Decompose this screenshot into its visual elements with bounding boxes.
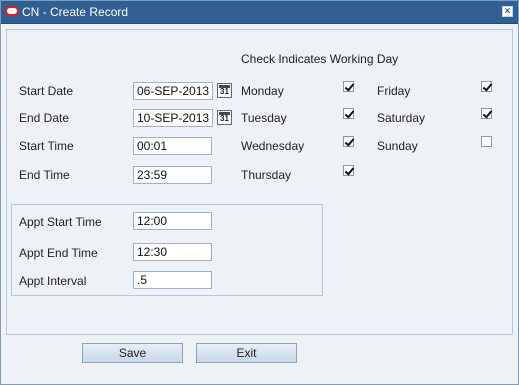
- tuesday-checkbox[interactable]: [343, 108, 354, 119]
- appt-interval-input[interactable]: [133, 271, 212, 289]
- thursday-checkbox[interactable]: [343, 165, 354, 176]
- title-bar: CN - Create Record ×: [1, 1, 518, 24]
- sunday-checkbox[interactable]: [481, 136, 492, 147]
- create-record-window: CN - Create Record × Start Date 31 End D…: [0, 0, 519, 385]
- appt-end-time-input[interactable]: [133, 243, 212, 261]
- friday-label: Friday: [377, 84, 411, 98]
- end-date-label: End Date: [19, 111, 70, 125]
- thursday-label: Thursday: [241, 168, 292, 182]
- start-date-calendar-icon[interactable]: 31: [217, 83, 232, 98]
- working-day-heading: Check Indicates Working Day: [241, 52, 399, 66]
- saturday-checkbox[interactable]: [481, 108, 492, 119]
- window-title: CN - Create Record: [22, 5, 129, 19]
- close-icon[interactable]: ×: [502, 6, 513, 17]
- start-time-input[interactable]: [133, 137, 212, 155]
- appt-end-time-label: Appt End Time: [19, 246, 98, 260]
- appt-interval-label: Appt Interval: [19, 274, 87, 288]
- sunday-label: Sunday: [377, 139, 418, 153]
- monday-label: Monday: [241, 84, 284, 98]
- appt-start-time-label: Appt Start Time: [19, 215, 102, 229]
- friday-checkbox[interactable]: [481, 81, 492, 92]
- tuesday-label: Tuesday: [241, 111, 287, 125]
- appt-start-time-input[interactable]: [133, 212, 212, 230]
- start-date-input[interactable]: [133, 82, 213, 100]
- saturday-label: Saturday: [377, 111, 426, 125]
- exit-button[interactable]: Exit: [196, 343, 297, 363]
- start-time-label: Start Time: [19, 139, 74, 153]
- end-date-input[interactable]: [133, 109, 213, 127]
- end-time-label: End Time: [19, 168, 70, 182]
- end-date-calendar-icon[interactable]: 31: [217, 110, 232, 125]
- monday-checkbox[interactable]: [343, 81, 354, 92]
- oracle-logo-icon: [5, 6, 19, 16]
- save-button[interactable]: Save: [82, 343, 183, 363]
- end-time-input[interactable]: [133, 166, 212, 184]
- start-date-label: Start Date: [19, 84, 74, 98]
- wednesday-label: Wednesday: [241, 139, 305, 153]
- wednesday-checkbox[interactable]: [343, 136, 354, 147]
